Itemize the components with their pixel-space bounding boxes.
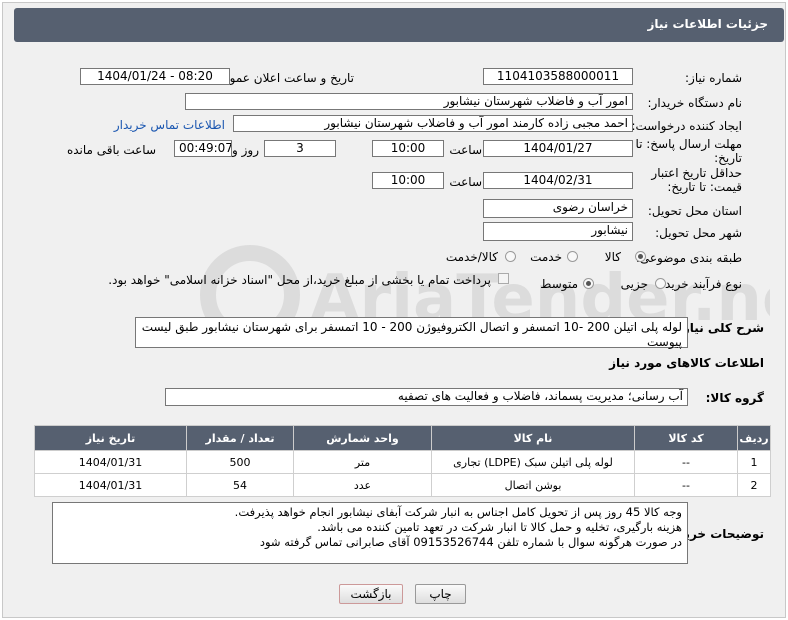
category-goods-label: کالا (604, 250, 621, 264)
category-service-label: خدمت (530, 250, 562, 264)
remaining-label: ساعت باقی مانده (66, 143, 156, 157)
days-field[interactable]: 3 (264, 140, 336, 157)
category-service-radio[interactable] (567, 251, 578, 262)
payment-note: پرداخت تمام یا بخشی از مبلغ خرید،از محل … (108, 273, 491, 287)
creator-label: ایجاد کننده درخواست: (631, 119, 742, 133)
col-code: کد کالا (634, 425, 738, 451)
col-name: نام کالا (431, 425, 635, 451)
goods-table-header: ردیف کد کالا نام کالا واحد شمارش تعداد /… (34, 425, 771, 451)
cell-code: -- (634, 450, 738, 474)
cell-code: -- (634, 473, 738, 497)
need-number-field[interactable]: 1104103588000011 (483, 68, 633, 85)
cell-name: بوشن اتصال (431, 473, 635, 497)
col-date: تاریخ نیاز (34, 425, 187, 451)
need-number-label: شماره نیاز: (685, 71, 742, 85)
cell-row: 1 (737, 450, 771, 474)
buyer-notes-textarea[interactable]: وجه کالا 45 روز پس از تحویل کامل اجناس ب… (52, 502, 688, 564)
cell-row: 2 (737, 473, 771, 497)
print-button[interactable]: چاپ (415, 584, 466, 604)
cell-qty: 500 (186, 450, 294, 474)
buyer-notes-line-1: وجه کالا 45 روز پس از تحویل کامل اجناس ب… (234, 505, 682, 519)
process-label: نوع فرآیند خرید : (657, 277, 742, 291)
cell-unit: عدد (293, 473, 432, 497)
goods-group-label: گروه کالا: (705, 391, 764, 405)
goods-table: ردیف کد کالا نام کالا واحد شمارش تعداد /… (34, 425, 771, 497)
category-both-radio[interactable] (505, 251, 516, 262)
buyer-org-label: نام دستگاه خریدار: (647, 96, 743, 110)
description-label: شرح کلی نیاز: (678, 321, 764, 335)
city-field[interactable]: نیشابور (483, 222, 633, 241)
table-row[interactable]: 2 -- بوشن اتصال عدد 54 1404/01/31 (34, 473, 771, 497)
validity-label: حداقل تاریخ اعتبار قیمت: تا تاریخ: (651, 166, 742, 194)
description-textarea[interactable]: لوله پلی اتیلن 200 -10 اتمسفر و اتصال ال… (135, 317, 688, 349)
treasury-payment-checkbox[interactable] (498, 273, 509, 284)
creator-field[interactable]: احمد مجبی زاده کارمند امور آب و فاضلاب ش… (233, 115, 633, 132)
buyer-notes-line-3: در صورت هرگونه سوال با شماره تلفن 091535… (259, 535, 682, 549)
process-minor-radio[interactable] (655, 278, 666, 289)
deadline-date-field[interactable]: 1404/01/27 (483, 140, 633, 157)
announce-field[interactable]: 1404/01/24 - 08:20 (80, 68, 230, 85)
buyer-notes-line-2: هزینه بارگیری، تخلیه و حمل کالا تا انبار… (317, 520, 682, 534)
col-unit: واحد شمارش (293, 425, 432, 451)
cell-name: لوله پلی اتیلن سبک (LDPE) تجاری (431, 450, 635, 474)
category-label: طبقه بندی موضوعی: (635, 251, 742, 265)
validity-time-label: ساعت (449, 175, 482, 189)
cell-date: 1404/01/31 (34, 473, 187, 497)
cell-date: 1404/01/31 (34, 450, 187, 474)
deadline-time-field[interactable]: 10:00 (372, 140, 444, 157)
title-bar: جزئیات اطلاعات نیاز (14, 8, 784, 42)
cell-qty: 54 (186, 473, 294, 497)
category-goods-radio[interactable] (635, 251, 646, 262)
page-title: جزئیات اطلاعات نیاز (647, 17, 768, 31)
process-medium-radio[interactable] (583, 278, 594, 289)
deadline-label: مهلت ارسال پاسخ: تا تاریخ: (635, 137, 742, 165)
announce-label: تاریخ و ساعت اعلان عمومی: (209, 71, 354, 85)
back-button[interactable]: بازگشت (339, 584, 403, 604)
validity-time-field[interactable]: 10:00 (372, 172, 444, 189)
process-medium-label: متوسط (540, 277, 578, 291)
province-label: استان محل تحویل: (647, 204, 742, 218)
table-row[interactable]: 1 -- لوله پلی اتیلن سبک (LDPE) تجاری متر… (34, 450, 771, 474)
goods-section-title: اطلاعات کالاهای مورد نیاز (609, 356, 764, 370)
validity-date-field[interactable]: 1404/02/31 (483, 172, 633, 189)
goods-group-field[interactable]: آب رسانی؛ مدیریت پسماند، فاضلاب و فعالیت… (165, 388, 688, 406)
process-minor-label: جزیی (620, 277, 648, 291)
days-label: روز و (232, 143, 259, 157)
remaining-time-field[interactable]: 00:49:07 (174, 140, 232, 157)
buyer-org-field[interactable]: امور آب و فاضلاب شهرستان نیشابور (185, 93, 633, 110)
province-field[interactable]: خراسان رضوی (483, 199, 633, 218)
city-label: شهر محل تحویل: (655, 226, 742, 240)
deadline-time-label: ساعت (449, 143, 482, 157)
category-both-label: کالا/خدمت (445, 250, 498, 264)
buyer-contact-link[interactable]: اطلاعات تماس خریدار (114, 118, 225, 132)
col-row: ردیف (737, 425, 771, 451)
col-qty: تعداد / مقدار (186, 425, 294, 451)
cell-unit: متر (293, 450, 432, 474)
